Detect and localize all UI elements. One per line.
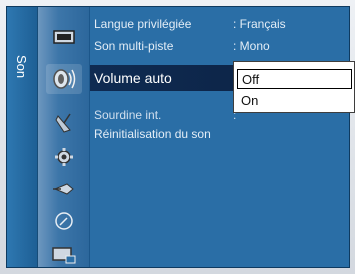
menu-item-reinitialisation[interactable]: Réinitialisation du son xyxy=(94,124,344,144)
menu-item-label: Volume auto xyxy=(94,70,172,86)
setup-icon[interactable] xyxy=(50,145,78,169)
osd-menu-panel: Son Langue privilégiée: Français Son mu… xyxy=(6,6,350,268)
input-icon[interactable] xyxy=(50,177,78,201)
option-off[interactable]: Off xyxy=(237,69,352,89)
category-label: Son xyxy=(14,55,29,79)
support-icon[interactable] xyxy=(50,243,78,267)
application-icon[interactable] xyxy=(50,209,78,233)
menu-item-label: Langue privilégiée xyxy=(94,17,192,31)
osd-frame: Son Langue privilégiée: Français Son mu… xyxy=(0,0,355,274)
picture-icon[interactable] xyxy=(50,25,78,49)
menu-icon-strip xyxy=(38,7,90,267)
volume-auto-dropdown[interactable]: Off On xyxy=(233,61,355,113)
menu-list: Langue privilégiée : Français Son multi-… xyxy=(90,7,349,267)
menu-item-label: Sourdine int. xyxy=(94,108,162,122)
menu-item-langue[interactable]: Langue privilégiée : Français xyxy=(94,14,344,34)
menu-item-value: : Mono xyxy=(233,39,270,53)
category-strip: Son xyxy=(7,7,38,267)
option-on[interactable]: On xyxy=(237,90,352,110)
channel-icon[interactable] xyxy=(50,111,78,135)
sound-icon[interactable] xyxy=(46,64,82,94)
menu-item-value: : Français xyxy=(233,17,286,31)
menu-item-son-multipiste[interactable]: Son multi-piste : Mono xyxy=(94,36,344,56)
menu-item-label: Son multi-piste xyxy=(94,39,174,53)
menu-item-label: Réinitialisation du son xyxy=(94,127,211,141)
